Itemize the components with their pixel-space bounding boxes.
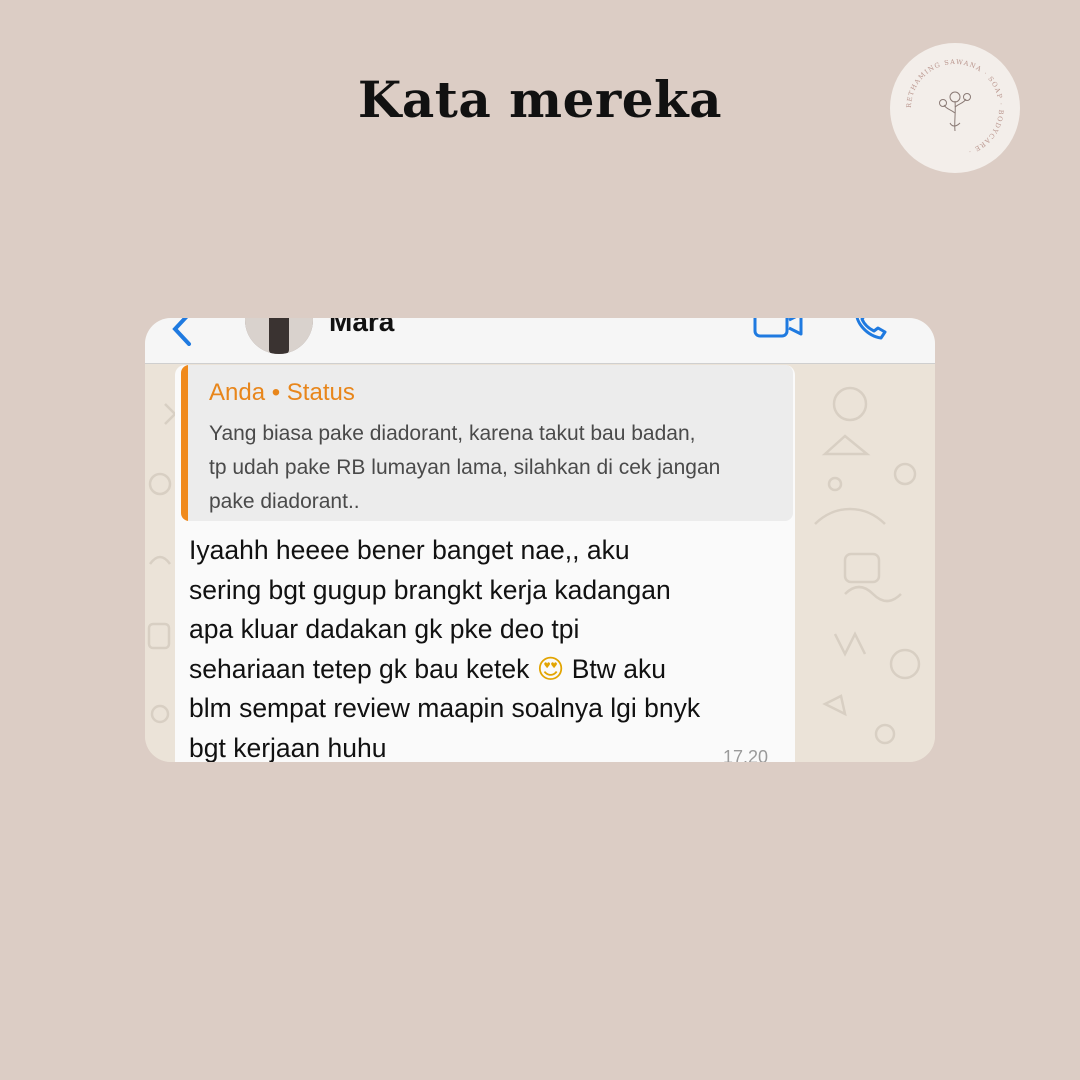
back-chevron-icon[interactable] bbox=[167, 318, 197, 346]
heart-eyes-emoji-icon: 😍 bbox=[536, 653, 565, 685]
quote-line: Yang biasa pake diadorant, karena takut … bbox=[209, 422, 696, 445]
message-line: blm sempat review maapin soalnya lgi bny… bbox=[189, 693, 701, 723]
brand-logo: RETHAMING SAWANA · SOAP · BODYCARE · bbox=[890, 43, 1020, 173]
quote-accent-bar bbox=[181, 365, 188, 521]
video-call-icon[interactable] bbox=[753, 318, 805, 340]
message-line: apa kluar dadakan gk pke deo tpi bbox=[189, 614, 580, 644]
message-segment: Btw aku bbox=[571, 653, 666, 684]
message-line: sering bgt gugup brangkt kerja kadangan bbox=[189, 574, 671, 605]
avatar[interactable] bbox=[245, 318, 313, 354]
quoted-status[interactable]: Anda • Status Yang biasa pake diadorant,… bbox=[181, 365, 793, 521]
quote-line: tp udah pake RB lumayan lama, silahkan d… bbox=[209, 456, 721, 479]
chat-header: Mara bbox=[145, 318, 935, 364]
message-line: sehariaan tetep gk bau ketek 😍 Btw aku bbox=[189, 650, 793, 690]
quote-author: Anda • Status bbox=[209, 379, 355, 406]
message-line: bgt kerjaan huhu bbox=[189, 732, 387, 763]
message-segment: sehariaan tetep gk bau ketek bbox=[189, 653, 530, 684]
quote-text: Yang biasa pake diadorant, karena takut … bbox=[209, 417, 793, 519]
message-text: Iyaahh heeee bener banget nae,, aku seri… bbox=[189, 531, 793, 762]
message-bubble[interactable]: Anda • Status Yang biasa pake diadorant,… bbox=[175, 365, 795, 762]
message-timestamp: 17.20 bbox=[723, 747, 769, 762]
phone-call-icon[interactable] bbox=[851, 318, 891, 342]
message-line: Iyaahh heeee bener banget nae,, aku bbox=[189, 535, 630, 565]
contact-name[interactable]: Mara bbox=[329, 318, 394, 338]
quote-line: pake diadorant.. bbox=[209, 490, 360, 513]
chat-screenshot: Mara Anda • Status Yang biasa pake diado… bbox=[145, 318, 935, 762]
